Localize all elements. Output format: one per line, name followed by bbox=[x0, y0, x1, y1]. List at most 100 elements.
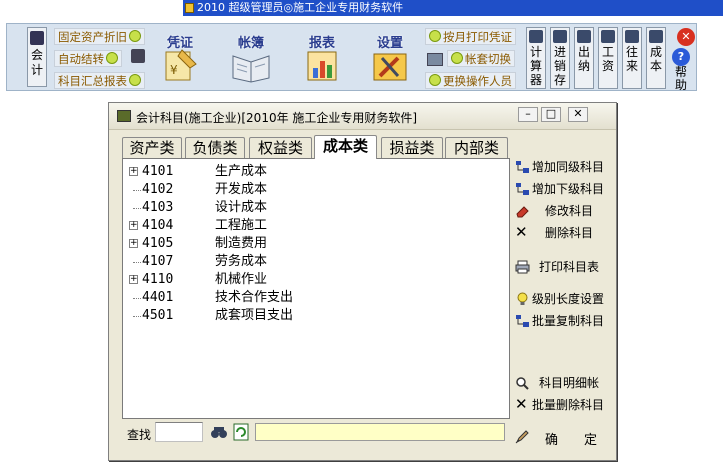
tab-assets[interactable]: 资产类 bbox=[122, 137, 182, 158]
auto-carry-forward-label: 自动结转 bbox=[58, 52, 104, 66]
batch-delete-label: 批量删除科目 bbox=[532, 398, 605, 412]
tab-equity-label: 权益类 bbox=[257, 139, 303, 157]
tab-internal-label: 内部类 bbox=[453, 139, 499, 157]
account-code: 4107 bbox=[142, 254, 174, 269]
account-tree[interactable]: +4101 生产成本 4102 开发成本 4103 设计成本 +4104 工程施工 +4… bbox=[122, 158, 510, 419]
status-field bbox=[255, 423, 505, 441]
add-sub-level-label: 增加下级科目 bbox=[532, 182, 605, 196]
payroll-button[interactable]: 工资 bbox=[598, 27, 618, 89]
report-tool[interactable]: 报表 bbox=[294, 30, 350, 86]
tree-copy-icon bbox=[516, 315, 529, 327]
account-name: 机械作业 bbox=[215, 272, 268, 287]
user-icon bbox=[131, 49, 145, 63]
cost-button[interactable]: 成本 bbox=[646, 27, 666, 89]
tab-internal[interactable]: 内部类 bbox=[445, 137, 508, 158]
settings-tool[interactable]: 设置 bbox=[362, 30, 418, 86]
account-code: 4105 bbox=[142, 236, 174, 251]
pen-check-icon bbox=[515, 430, 529, 444]
change-operator-link[interactable]: 更换操作人员 bbox=[425, 72, 516, 89]
dialog-title-bar: 会计科目(施工企业)[2010年 施工企业专用财务软件] – □ ✕ bbox=[109, 103, 616, 130]
receivables-button[interactable]: 往来 bbox=[622, 27, 642, 89]
account-name: 工程施工 bbox=[215, 218, 268, 233]
inventory-label: 进销存 bbox=[553, 45, 566, 87]
accounting-button[interactable]: 会计 bbox=[27, 27, 47, 87]
switch-account-set-label: 帐套切换 bbox=[465, 52, 511, 66]
receivables-icon bbox=[625, 30, 639, 43]
tab-profit-loss-label: 损益类 bbox=[389, 139, 435, 157]
tree-line bbox=[133, 316, 141, 317]
fixed-asset-depreciation-label: 固定资产折旧 bbox=[58, 30, 127, 44]
calculator-label: 计算器 bbox=[529, 45, 542, 87]
main-toolbar: 会计 固定资产折旧 自动结转 科目汇总报表 凭证 ¥ 帐簿 报表 设置 按月打印… bbox=[6, 23, 697, 92]
go-icon bbox=[429, 74, 441, 86]
help-button[interactable]: ? 帮助 bbox=[671, 48, 691, 92]
account-code: 4401 bbox=[142, 290, 174, 305]
account-code: 4104 bbox=[142, 218, 174, 233]
help-icon: ? bbox=[672, 48, 690, 66]
delete-icon: ✕ bbox=[515, 395, 528, 413]
expand-icon[interactable]: + bbox=[129, 275, 138, 284]
go-icon bbox=[429, 30, 441, 42]
add-same-level-label: 增加同级科目 bbox=[532, 160, 605, 174]
close-icon[interactable]: ✕ bbox=[677, 28, 695, 46]
tab-liabilities[interactable]: 负债类 bbox=[185, 137, 245, 158]
go-icon bbox=[106, 52, 118, 64]
account-name: 开发成本 bbox=[215, 182, 268, 197]
accounting-label: 会计 bbox=[30, 48, 43, 77]
search-input[interactable] bbox=[155, 422, 203, 442]
tab-cost-label: 成本类 bbox=[322, 137, 368, 155]
tab-equity[interactable]: 权益类 bbox=[249, 137, 312, 158]
keyboard-icon bbox=[427, 53, 443, 66]
voucher-icon: ¥ bbox=[165, 49, 197, 81]
window-title-bar: 2010 超级管理员◎施工企业专用财务软件 bbox=[183, 0, 723, 16]
account-name: 劳务成本 bbox=[215, 254, 268, 269]
cost-icon bbox=[649, 30, 663, 43]
edit-account-label: 修改科目 bbox=[545, 204, 594, 218]
voucher-tool[interactable]: 凭证 ¥ bbox=[152, 30, 208, 86]
go-icon bbox=[451, 52, 463, 64]
delete-account-label: 删除科目 bbox=[545, 226, 594, 240]
receivables-label: 往来 bbox=[625, 45, 638, 73]
search-label: 查找 bbox=[127, 428, 152, 442]
close-dialog-button[interactable]: ✕ bbox=[568, 107, 588, 122]
monthly-print-voucher-link[interactable]: 按月打印凭证 bbox=[425, 28, 516, 45]
inventory-icon bbox=[553, 30, 567, 43]
account-summary-report-label: 科目汇总报表 bbox=[58, 74, 127, 88]
eraser-icon bbox=[516, 206, 529, 218]
calculator-button[interactable]: 计算器 bbox=[526, 27, 546, 89]
book-icon bbox=[232, 55, 270, 83]
account-name: 成套项目支出 bbox=[215, 308, 294, 323]
account-code: 4101 bbox=[142, 164, 174, 179]
batch-copy-label: 批量复制科目 bbox=[532, 314, 605, 328]
expand-icon[interactable]: + bbox=[129, 239, 138, 248]
minimize-button[interactable]: – bbox=[518, 107, 538, 122]
report-icon bbox=[307, 51, 337, 81]
account-name: 技术合作支出 bbox=[215, 290, 294, 305]
fixed-asset-depreciation-link[interactable]: 固定资产折旧 bbox=[54, 28, 145, 45]
help-label: 帮助 bbox=[674, 65, 687, 92]
maximize-button[interactable]: □ bbox=[541, 107, 561, 122]
ledger-tool[interactable]: 帐簿 bbox=[223, 30, 279, 86]
tools-icon bbox=[373, 53, 407, 81]
cashier-icon bbox=[577, 30, 591, 43]
account-name: 设计成本 bbox=[215, 200, 268, 215]
inventory-button[interactable]: 进销存 bbox=[550, 27, 570, 89]
tab-cost[interactable]: 成本类 bbox=[314, 135, 377, 159]
delete-icon: ✕ bbox=[515, 223, 528, 241]
expand-icon[interactable]: + bbox=[129, 167, 138, 176]
account-name: 生产成本 bbox=[215, 164, 268, 179]
refresh-icon[interactable] bbox=[233, 423, 249, 441]
account-code: 4103 bbox=[142, 200, 174, 215]
tab-profit-loss[interactable]: 损益类 bbox=[381, 137, 443, 158]
switch-account-set-link[interactable]: 帐套切换 bbox=[447, 50, 515, 67]
auto-carry-forward-link[interactable]: 自动结转 bbox=[54, 50, 122, 67]
binoculars-icon[interactable] bbox=[210, 424, 228, 440]
tree-add-child-icon bbox=[516, 183, 529, 195]
expand-icon[interactable]: + bbox=[129, 221, 138, 230]
cashier-button[interactable]: 出纳 bbox=[574, 27, 594, 89]
account-name: 制造费用 bbox=[215, 236, 268, 251]
cost-label: 成本 bbox=[649, 45, 662, 73]
account-summary-report-link[interactable]: 科目汇总报表 bbox=[54, 72, 145, 89]
cashier-label: 出纳 bbox=[577, 45, 590, 73]
tree-line bbox=[133, 208, 141, 209]
